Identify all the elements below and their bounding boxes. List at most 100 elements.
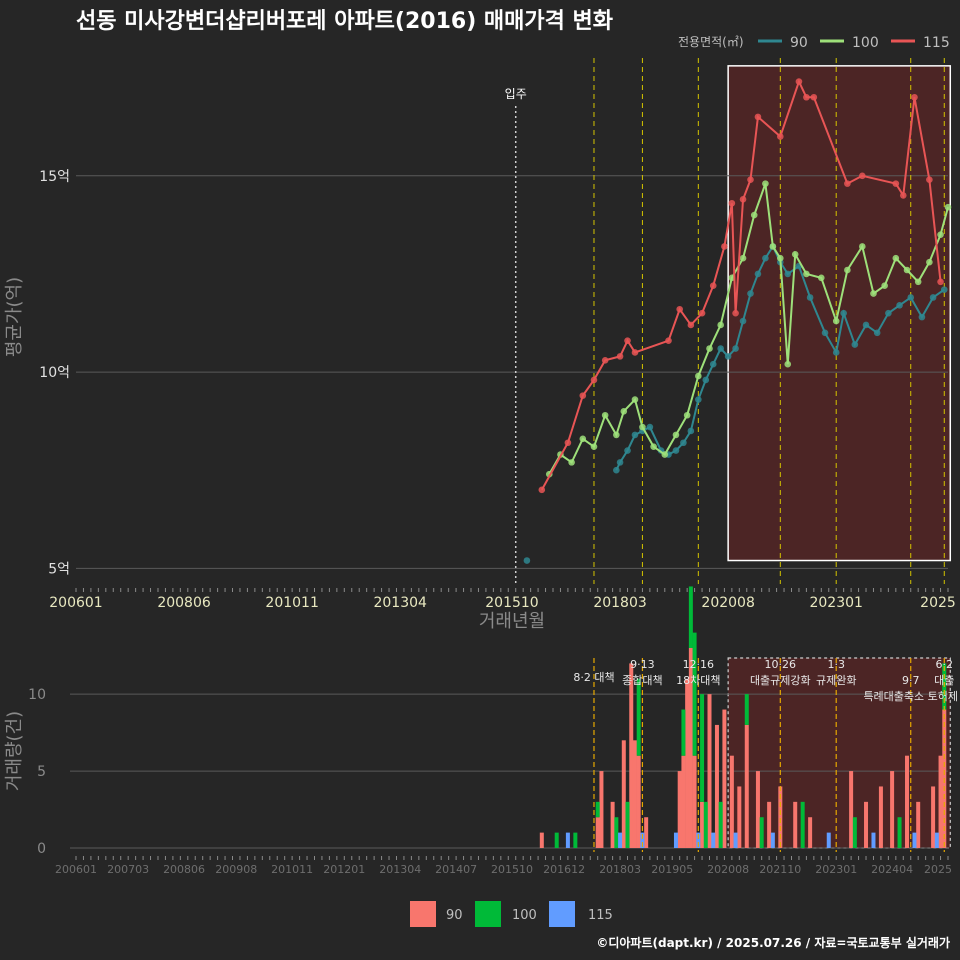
price-point-100: [672, 431, 680, 439]
price-point-100: [717, 321, 724, 329]
price-point-90: [873, 329, 881, 337]
price-point-115: [590, 376, 598, 384]
volume-x-tick-label: 200703: [107, 863, 149, 876]
volume-x-tick-label: 202110: [759, 863, 801, 876]
volume-x-tick-label: 201304: [379, 863, 421, 876]
price-point-115: [777, 133, 784, 140]
price-point-90: [702, 376, 710, 384]
volume-policy-label: 6·2: [936, 658, 954, 671]
price-point-115: [601, 356, 609, 364]
price-point-90: [940, 286, 948, 293]
volume-bar-100: [614, 817, 619, 848]
price-y-tick-label: 15억: [39, 169, 70, 185]
price-point-90: [739, 317, 747, 325]
price-point-100: [817, 274, 825, 282]
price-x-tick-label: 202008: [701, 595, 754, 611]
volume-bar-90: [793, 801, 798, 848]
chart-canvas: 선동 미사강변더샵리버포레 아파트(2016) 매매가격 변화 전용면적(㎡) …: [0, 0, 960, 960]
price-point-90: [929, 294, 937, 301]
volume-x-tick-label: 202008: [707, 863, 749, 876]
price-point-90: [613, 466, 620, 474]
volume-bar-100: [744, 694, 749, 725]
price-point-100: [832, 317, 840, 325]
volume-bar-100: [852, 817, 857, 848]
volume-x-tick-label: 201612: [543, 863, 585, 876]
legend-bottom-label-100: 100: [512, 908, 537, 923]
price-x-tick-label: 2025: [920, 595, 956, 611]
footer-credit: ©디아파트(dapt.kr) / 2025.07.26 / 자료=국토교통부 실…: [596, 935, 950, 950]
price-point-115: [564, 439, 572, 447]
volume-bar-100: [554, 832, 559, 848]
volume-x-tick-label: 201803: [599, 863, 641, 876]
volume-bar-90: [610, 801, 615, 848]
price-point-100: [769, 243, 777, 250]
price-point-115: [538, 486, 546, 494]
volume-bar-90: [808, 817, 813, 848]
volume-bar-100: [625, 801, 630, 848]
legend-title: 전용면적(㎡): [678, 35, 744, 49]
volume-x-tick-label: 200806: [163, 863, 205, 876]
volume-bar-100: [718, 801, 723, 848]
price-point-100: [791, 250, 799, 258]
volume-bar-90: [685, 678, 690, 848]
price-point-115: [858, 172, 866, 180]
price-point-100: [568, 459, 575, 466]
price-point-100: [683, 411, 691, 419]
price-point-115: [754, 113, 762, 121]
price-point-115: [747, 176, 754, 184]
price-point-90: [851, 341, 859, 348]
price-point-100: [620, 408, 628, 415]
volume-bar-115: [673, 832, 678, 848]
price-point-115: [624, 337, 631, 344]
price-point-90: [616, 459, 624, 466]
price-point-90: [754, 270, 762, 278]
volume-bar-90: [722, 709, 727, 848]
price-point-100: [870, 290, 877, 297]
volume-bar-90: [595, 817, 600, 848]
price-point-100: [892, 254, 900, 262]
price-y-tick-label: 5억: [48, 561, 70, 577]
volume-bar-100: [595, 801, 600, 818]
price-point-90: [832, 349, 840, 356]
volume-bar-100: [759, 817, 764, 848]
price-point-115: [803, 93, 810, 101]
volume-bar-90: [599, 771, 604, 848]
price-point-100: [695, 372, 702, 380]
volume-policy-label: 18차대책: [676, 674, 720, 687]
volume-bar-90: [681, 755, 686, 848]
price-point-90: [784, 270, 792, 278]
price-point-90: [709, 360, 717, 368]
price-point-100: [784, 360, 792, 368]
price-point-90: [840, 309, 847, 317]
price-x-axis-title: 거래년월: [479, 611, 545, 632]
price-point-100: [739, 254, 747, 262]
price-point-100: [844, 266, 851, 274]
volume-bar-115: [934, 832, 939, 848]
price-point-90: [747, 290, 754, 297]
price-point-115: [810, 93, 818, 101]
legend-swatch-100: [475, 901, 501, 927]
price-point-90: [631, 431, 639, 439]
price-point-100: [881, 282, 888, 290]
price-point-90: [732, 345, 739, 352]
price-point-115: [728, 199, 736, 207]
volume-policy-label: 대출: [934, 674, 954, 687]
volume-bar-90: [864, 801, 869, 848]
price-point-115: [892, 180, 900, 187]
price-x-tick-label: 200806: [157, 595, 211, 611]
price-point-100: [601, 411, 609, 419]
price-point-115: [937, 278, 944, 286]
volume-bar-115: [565, 832, 570, 848]
price-point-90: [821, 329, 829, 337]
volume-bar-115: [826, 832, 831, 848]
volume-bar-100: [800, 801, 805, 848]
volume-bar-90: [905, 755, 910, 848]
volume-bar-90: [737, 786, 742, 848]
volume-bar-115: [912, 832, 917, 848]
volume-bar-115: [618, 832, 623, 848]
volume-bar-115: [871, 832, 876, 848]
volume-x-tick-label: 201407: [435, 863, 477, 876]
price-point-100: [706, 345, 713, 352]
price-point-100: [750, 211, 758, 219]
volume-bar-90: [636, 755, 641, 848]
